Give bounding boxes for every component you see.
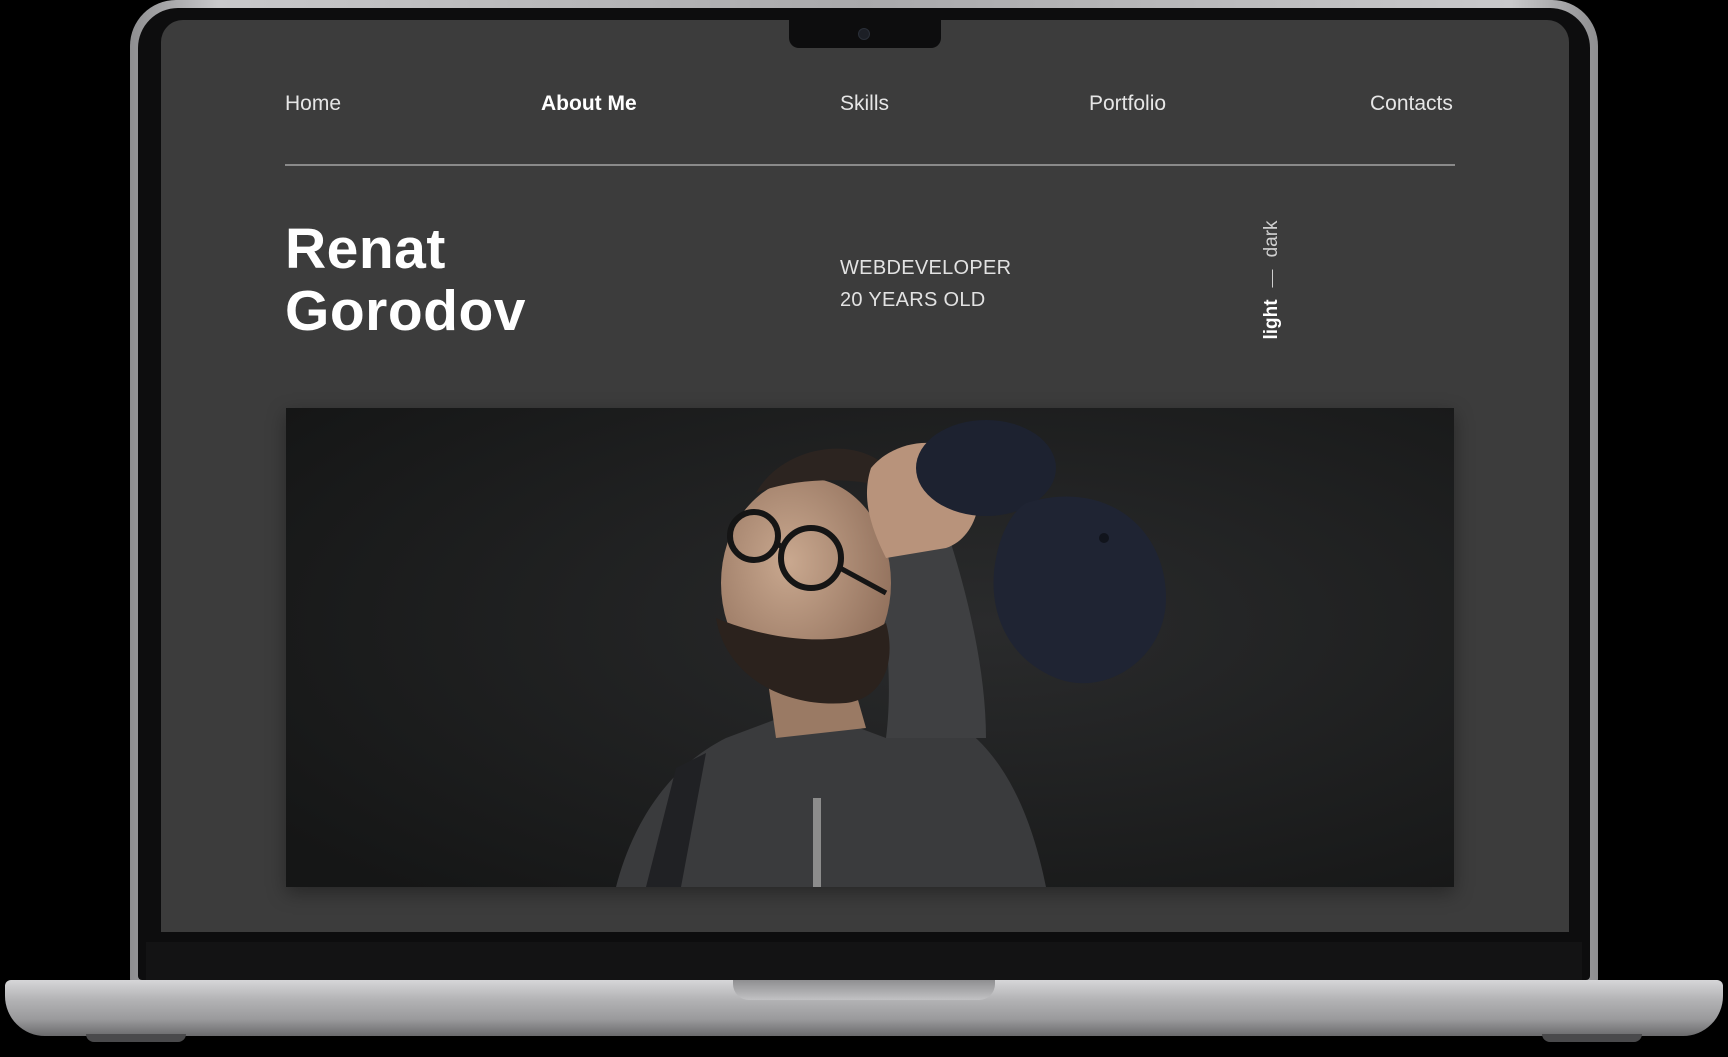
screen-bottom-bezel	[146, 942, 1582, 980]
nav-item-portfolio[interactable]: Portfolio	[1089, 92, 1166, 116]
webcam-icon	[858, 28, 870, 40]
page-title: Renat Gorodov	[285, 218, 526, 342]
theme-switch: light dark	[1260, 220, 1284, 340]
theme-light-option[interactable]: light	[1261, 299, 1283, 339]
laptop-base-notch	[733, 980, 995, 1000]
nav-item-skills[interactable]: Skills	[840, 92, 889, 116]
age-text: 20 YEARS OLD	[840, 289, 986, 311]
top-navigation: Home About Me Skills Portfolio Contacts	[285, 92, 1455, 122]
nav-item-about-me[interactable]: About Me	[541, 92, 637, 116]
laptop-foot-right	[1542, 1034, 1642, 1042]
hero-photo	[286, 408, 1454, 887]
nav-item-contacts[interactable]: Contacts	[1370, 92, 1453, 116]
profile-info: WEBDEVELOPER 20 YEARS OLD	[840, 252, 1011, 316]
nav-divider	[285, 164, 1455, 166]
laptop-mockup: Home About Me Skills Portfolio Contacts …	[0, 0, 1728, 1057]
last-name: Gorodov	[285, 279, 526, 343]
first-name: Renat	[285, 217, 446, 281]
laptop-foot-left	[86, 1034, 186, 1042]
website-screen: Home About Me Skills Portfolio Contacts …	[161, 20, 1569, 932]
nav-item-home[interactable]: Home	[285, 92, 341, 116]
camera-notch	[789, 20, 941, 48]
theme-separator	[1271, 269, 1273, 288]
role-text: WEBDEVELOPER	[840, 257, 1012, 279]
theme-dark-option[interactable]: dark	[1261, 220, 1283, 257]
